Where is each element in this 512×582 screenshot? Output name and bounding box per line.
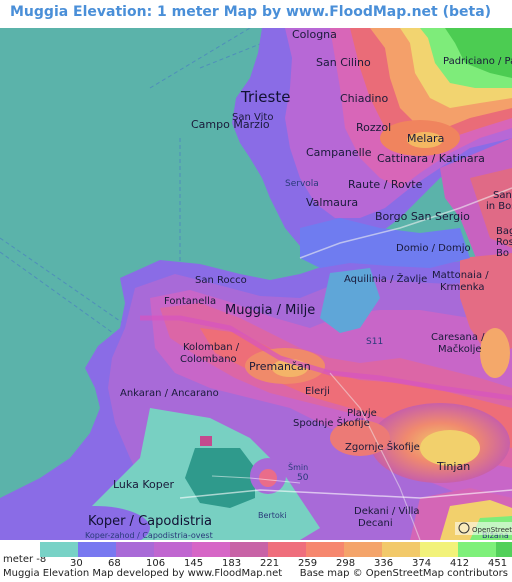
label-premancan: Premančan: [249, 360, 311, 373]
label-chiadino: Chiadino: [340, 92, 388, 105]
label-domio: Domio / Domjo: [396, 243, 471, 254]
label-caresana: Caresana / Mačkolje: [431, 332, 485, 355]
legend-swatch: [40, 542, 78, 557]
label-raute: Raute / Rovte: [348, 178, 423, 191]
legend-swatch: [306, 542, 344, 557]
label-valmaura: Valmaura: [306, 196, 358, 209]
legend-swatch: [458, 542, 496, 557]
label-padriciano: Padriciano / Padriče: [443, 55, 512, 67]
legend-swatch: [268, 542, 306, 557]
label-borgo-san-sergio: Borgo San Sergio: [375, 210, 470, 223]
legend-swatch: [230, 542, 268, 557]
legend-swatch: [420, 542, 458, 557]
elevation-map[interactable]: Cologna San Cilino Padriciano / Padriče …: [0, 28, 512, 540]
label-koper: Koper / Capodistria: [88, 514, 212, 529]
title-bar: Muggia Elevation: 1 meter Map by www.Flo…: [0, 0, 512, 28]
footer-credit: Muggia Elevation Map developed by www.Fl…: [3, 568, 283, 579]
footer-osm-credit: Base map © OpenStreetMap contributors: [299, 568, 508, 579]
label-san-cilino: San Cilino: [316, 56, 371, 69]
label-spodnje: Spodnje Škofije: [293, 416, 370, 429]
osm-badge-text: OpenStreetMap: [472, 526, 512, 534]
legend-swatch: [116, 542, 154, 557]
label-aquilinia: Aquilinia / Žavlje: [344, 272, 427, 285]
label-zgornje: Zgornje Škofije: [345, 440, 420, 453]
legend-swatch: [382, 542, 420, 557]
label-servola: Servola: [285, 179, 319, 189]
legend-swatch: [78, 542, 116, 557]
label-cologna: Cologna: [292, 28, 337, 41]
label-mattonaia: Mattonaia / Krmenka: [432, 270, 489, 293]
footer: Muggia Elevation Map developed by www.Fl…: [0, 568, 512, 582]
label-kolomban: Kolomban / Colombano: [180, 342, 240, 365]
label-road-s11: S11: [366, 337, 383, 347]
koper-marina: [200, 436, 212, 446]
label-trieste: Trieste: [240, 88, 290, 106]
label-san-vito: San Vito: [232, 112, 273, 123]
label-muggia: Muggia / Milje: [225, 303, 315, 318]
label-luka-koper: Luka Koper: [113, 478, 174, 491]
label-smin: Šmin: [288, 461, 308, 472]
legend-swatch: [192, 542, 230, 557]
label-tinjan: Tinjan: [436, 460, 470, 473]
label-koper-zahod: Koper-zahod / Capodistria-ovest: [85, 531, 213, 540]
legend-unit-label: meter: [3, 554, 34, 565]
label-bertoki: Bertoki: [258, 511, 287, 520]
label-san-rocco: San Rocco: [195, 275, 247, 286]
label-elerji: Elerji: [305, 386, 330, 397]
legend-swatch: [496, 542, 512, 557]
map-canvas[interactable]: Cologna San Cilino Padriciano / Padriče …: [0, 28, 512, 540]
label-cattinara: Cattinara / Katinara: [377, 152, 485, 165]
label-melara: Melara: [407, 132, 444, 145]
label-ankaran: Ankaran / Ancarano: [120, 388, 219, 399]
label-road-50: 50: [297, 473, 309, 483]
label-campanelle: Campanelle: [306, 146, 372, 159]
osm-badge[interactable]: OpenStreetMap: [455, 522, 512, 535]
label-rozzol: Rozzol: [356, 121, 391, 134]
legend-swatch: [344, 542, 382, 557]
legend-swatch: [154, 542, 192, 557]
page-title: Muggia Elevation: 1 meter Map by www.Flo…: [10, 4, 492, 20]
label-fontanella: Fontanella: [164, 296, 216, 307]
elevation-legend: meter -8 30 68 106 145 183 221 259 298 336 374 412…: [0, 540, 512, 570]
